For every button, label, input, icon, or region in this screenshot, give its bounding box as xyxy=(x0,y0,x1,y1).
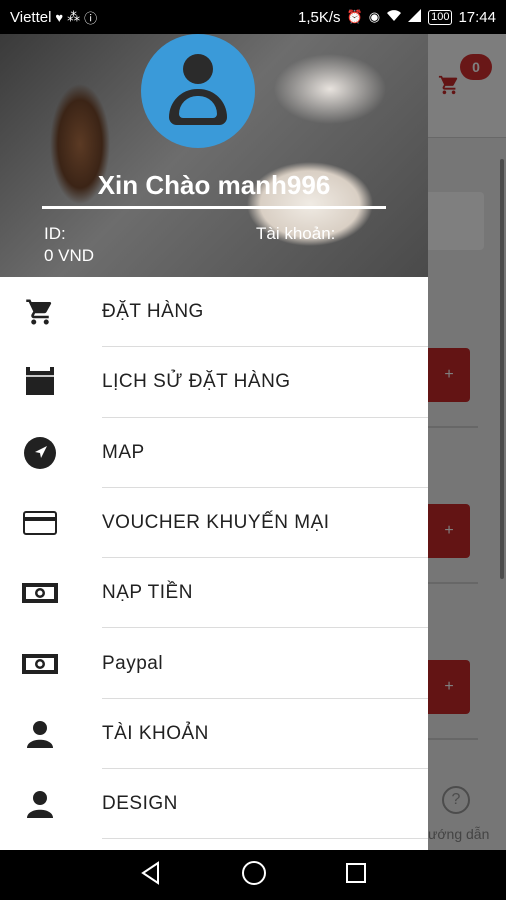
back-icon[interactable] xyxy=(139,860,163,890)
system-navigation-bar xyxy=(0,850,506,900)
recents-icon[interactable] xyxy=(345,862,367,889)
person-icon xyxy=(22,716,58,752)
navigation-icon xyxy=(22,435,58,471)
menu-item-design[interactable]: DESIGN xyxy=(0,769,428,840)
menu-item-map[interactable]: MAP xyxy=(0,418,428,488)
money-icon xyxy=(22,646,58,682)
person-head xyxy=(183,54,213,84)
menu-item-label: VOUCHER KHUYẾN MẠI xyxy=(102,512,330,534)
balance-value: 0 VND xyxy=(44,246,95,265)
menu-item-account[interactable]: TÀI KHOẢN xyxy=(0,699,428,770)
menu-item-top-up[interactable]: NẠP TIỀN xyxy=(0,558,428,629)
drawer-header: Xin Chào manh996 ID: 0 VND Tài khoản: xyxy=(0,34,428,277)
wifi-icon xyxy=(386,9,402,25)
money-icon xyxy=(22,575,58,611)
menu-item-label: ĐẶT HÀNG xyxy=(102,301,204,323)
greeting-text: Xin Chào manh996 xyxy=(97,170,331,200)
scrim[interactable] xyxy=(428,34,506,850)
avatar[interactable] xyxy=(141,34,255,148)
greeting-underline xyxy=(42,206,386,209)
user-id-label: ID: xyxy=(44,224,66,243)
menu-item-paypal[interactable]: Paypal xyxy=(0,628,428,699)
cart-icon xyxy=(22,294,58,330)
menu-item-order[interactable]: ĐẶT HÀNG xyxy=(0,277,428,348)
status-bar: Viettel ♥ ⁂ ⓘ 1,5K/s ⏰ ◉ 100 17:44 xyxy=(0,0,506,34)
carrier-label: Viettel xyxy=(10,8,52,26)
home-icon[interactable] xyxy=(241,860,267,891)
battery-icon: 100 xyxy=(428,9,453,25)
clock: 17:44 xyxy=(458,8,496,26)
menu-item-label: LỊCH SỬ ĐẶT HÀNG xyxy=(102,371,291,393)
credit-card-icon xyxy=(22,505,58,541)
eye-icon: ◉ xyxy=(368,9,381,24)
signal-icon: ⁂ xyxy=(67,9,81,24)
menu-item-label: NẠP TIỀN xyxy=(102,582,193,604)
person-icon xyxy=(22,786,58,822)
calendar-icon xyxy=(22,364,58,400)
menu-item-voucher[interactable]: VOUCHER KHUYẾN MẠI xyxy=(0,488,428,559)
menu-item-label: MAP xyxy=(102,441,145,463)
menu-item-label: TÀI KHOẢN xyxy=(102,722,209,744)
menu-item-label: DESIGN xyxy=(102,793,178,815)
cell-signal-icon xyxy=(408,9,422,25)
menu-item-order-history[interactable]: LỊCH SỬ ĐẶT HÀNG xyxy=(0,347,428,418)
menu-item-label: Paypal xyxy=(102,652,164,674)
network-speed: 1,5K/s xyxy=(298,8,341,26)
account-label: Tài khoản: xyxy=(256,224,336,243)
alarm-icon: ⏰ xyxy=(346,9,363,24)
drawer-menu: ĐẶT HÀNG LỊCH SỬ ĐẶT HÀNG MAP VOUCHER KH… xyxy=(0,277,428,840)
info-icon: ⓘ xyxy=(84,10,98,26)
heart-icon: ♥ xyxy=(55,9,64,25)
navigation-drawer: Xin Chào manh996 ID: 0 VND Tài khoản: ĐẶ… xyxy=(0,34,428,850)
